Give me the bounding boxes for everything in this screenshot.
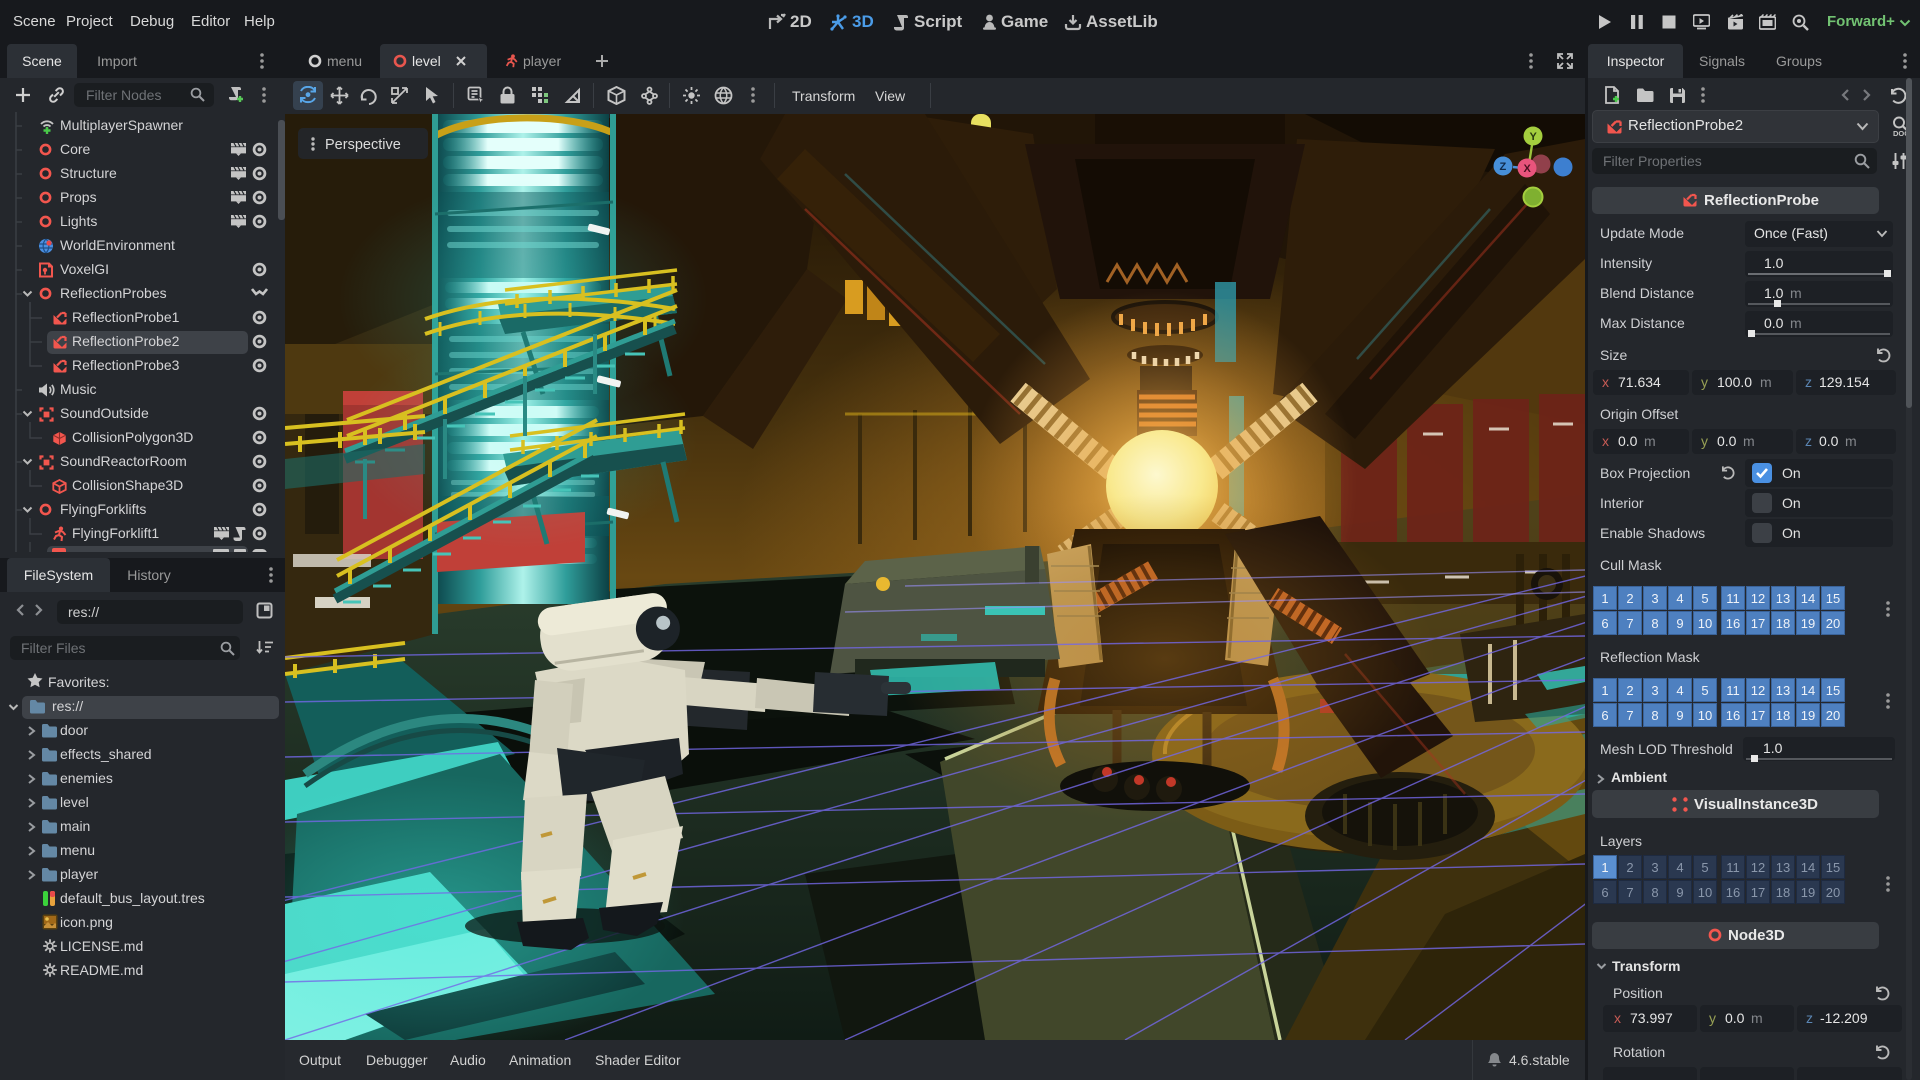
svg-text:X: X <box>1524 163 1532 175</box>
svg-text:Z: Z <box>1500 161 1507 173</box>
svg-text:Y: Y <box>1530 131 1538 143</box>
svg-text:Perspective: Perspective <box>325 137 401 153</box>
